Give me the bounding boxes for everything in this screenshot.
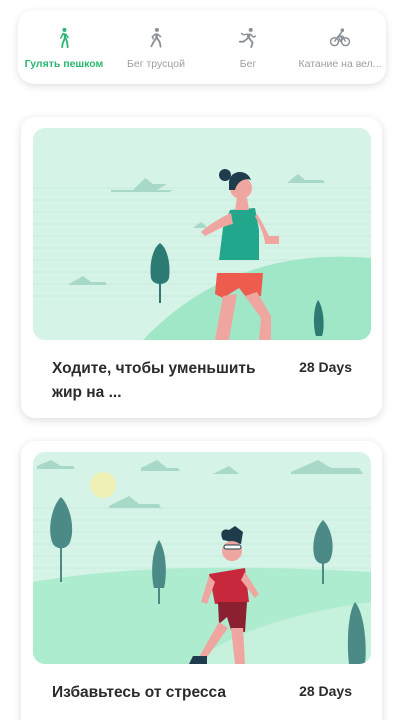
tab-run[interactable]: Бег <box>202 10 294 84</box>
workout-card-stress[interactable]: Избавьтесь от стресса 28 Days <box>21 441 382 720</box>
card-title: Избавьтесь от стресса <box>52 684 226 701</box>
jog-icon <box>150 27 162 48</box>
tab-bike-label: Катание на вел... <box>298 57 382 70</box>
activity-tab-bar: Гулять пешком Бег трусцой Бег Катание на… <box>18 10 386 84</box>
card-illustration-walking-man <box>33 452 371 664</box>
card-illustration-walking-woman <box>33 128 371 340</box>
card-duration: 28 Days <box>299 683 352 699</box>
workout-card-walk-fat[interactable]: Ходите, чтобы уменьшить жир на ... 28 Da… <box>21 117 382 418</box>
tab-walk-label: Гулять пешком <box>24 57 104 70</box>
run-icon <box>238 27 257 48</box>
bike-icon <box>329 27 351 46</box>
walk-icon <box>60 27 69 48</box>
tab-jog-label: Бег трусцой <box>127 57 185 70</box>
card-title: Ходите, чтобы уменьшить жир на ... <box>52 360 256 401</box>
tab-run-label: Бег <box>239 57 257 70</box>
tab-walk[interactable]: Гулять пешком <box>18 10 110 84</box>
tab-bike[interactable]: Катание на вел... <box>294 10 386 84</box>
tab-jog[interactable]: Бег трусцой <box>110 10 202 84</box>
card-duration: 28 Days <box>299 359 352 375</box>
